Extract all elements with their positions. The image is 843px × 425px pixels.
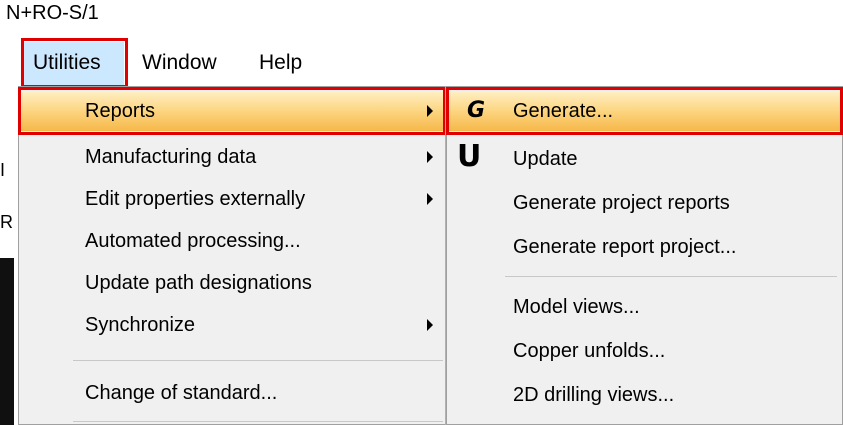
submenu-arrow-icon: [427, 151, 433, 163]
menu-item-model-views[interactable]: Model views...: [447, 287, 842, 327]
menu-item-synchronize[interactable]: Synchronize: [19, 305, 447, 345]
menu-item-change-of-standard[interactable]: Change of standard...: [19, 373, 447, 413]
menu-item-label: Update: [513, 148, 578, 170]
menu-item-label: Synchronize: [85, 314, 196, 336]
menu-item-update-path-designations[interactable]: Update path designations: [19, 263, 447, 303]
menu-item-label: Generate project reports: [513, 192, 730, 214]
menu-item-label: Automated processing...: [85, 230, 301, 252]
menu-item-label: Update path designations: [85, 272, 312, 294]
menu-item-label: Manufacturing data: [85, 146, 257, 168]
background-dark-panel: [0, 258, 14, 425]
menu-item-generate-report-project[interactable]: Generate report project...: [447, 227, 842, 267]
submenu-arrow-icon: [427, 105, 433, 117]
generate-icon: G: [467, 98, 486, 123]
menu-item-generate[interactable]: G Generate...: [447, 91, 842, 131]
menu-item-label: Change of standard...: [85, 382, 278, 404]
menu-help[interactable]: Help: [259, 51, 302, 75]
menu-item-2d-drilling-views[interactable]: 2D drilling views...: [447, 375, 842, 415]
reports-submenu: G Generate... U Update Generate project …: [446, 86, 843, 425]
utilities-dropdown: Reports Manufacturing data Edit properti…: [18, 86, 448, 425]
menu-item-update[interactable]: U Update: [447, 139, 842, 179]
submenu-arrow-icon: [427, 193, 433, 205]
menu-item-label: Generate report project...: [513, 236, 737, 258]
background-fragment-1: I: [0, 160, 6, 180]
menu-item-label: Generate...: [513, 100, 614, 122]
window-title: N+RO-S/1: [6, 2, 99, 24]
menu-separator: [73, 360, 443, 361]
menu-utilities[interactable]: Utilities: [24, 42, 124, 86]
menu-item-label: 2D drilling views...: [513, 384, 675, 406]
update-icon: U: [457, 139, 482, 174]
menu-separator: [73, 421, 443, 422]
menu-item-copper-unfolds[interactable]: Copper unfolds...: [447, 331, 842, 371]
submenu-arrow-icon: [427, 319, 433, 331]
menu-item-label: Model views...: [513, 296, 640, 318]
menubar: Utilities Window Help: [0, 42, 843, 88]
menu-separator: [505, 276, 837, 277]
menu-item-reports[interactable]: Reports: [19, 91, 447, 131]
menu-item-manufacturing-data[interactable]: Manufacturing data: [19, 137, 447, 177]
menu-item-label: Edit properties externally: [85, 188, 306, 210]
menu-utilities-label: Utilities: [33, 51, 101, 74]
menu-item-automated-processing[interactable]: Automated processing...: [19, 221, 447, 261]
menu-item-label: Reports: [85, 100, 156, 122]
menu-item-label: Copper unfolds...: [513, 340, 666, 362]
menu-window[interactable]: Window: [142, 51, 217, 75]
background-fragment-2: R: [0, 212, 13, 232]
menu-item-generate-project-reports[interactable]: Generate project reports: [447, 183, 842, 223]
menu-item-edit-properties-externally[interactable]: Edit properties externally: [19, 179, 447, 219]
